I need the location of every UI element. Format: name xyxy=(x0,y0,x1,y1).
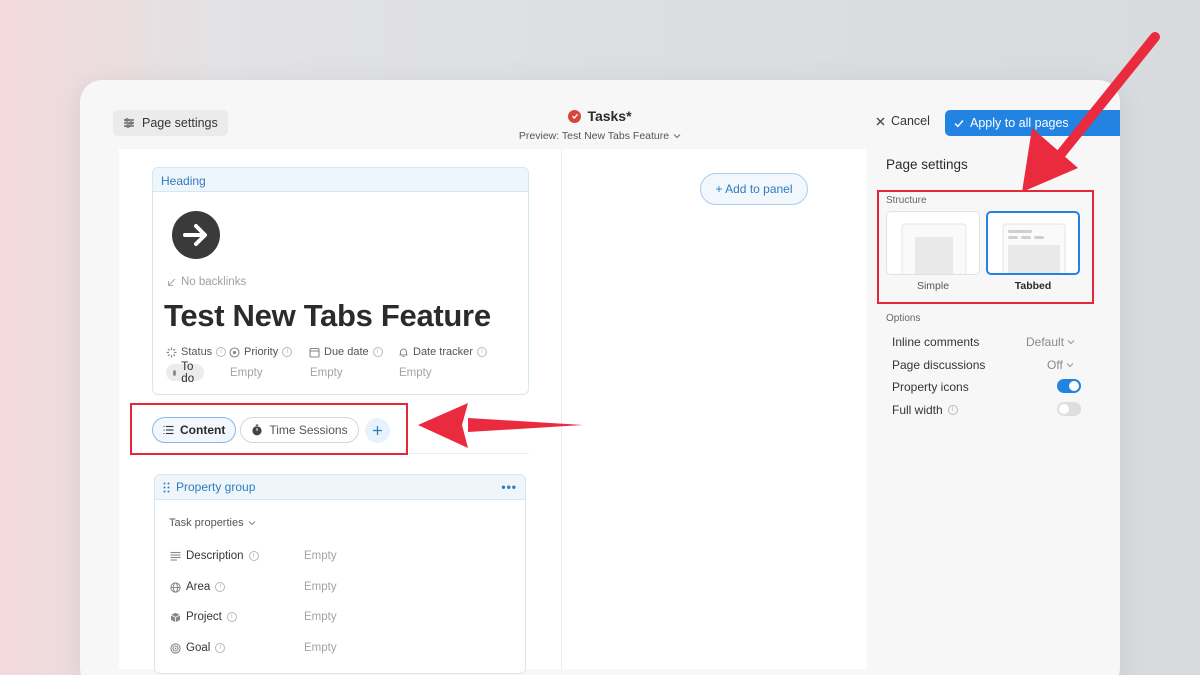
annotation-arrows xyxy=(418,32,1160,448)
annotation-arrow-tabs xyxy=(418,403,583,448)
annotation-arrow-right-panel xyxy=(1022,32,1160,192)
